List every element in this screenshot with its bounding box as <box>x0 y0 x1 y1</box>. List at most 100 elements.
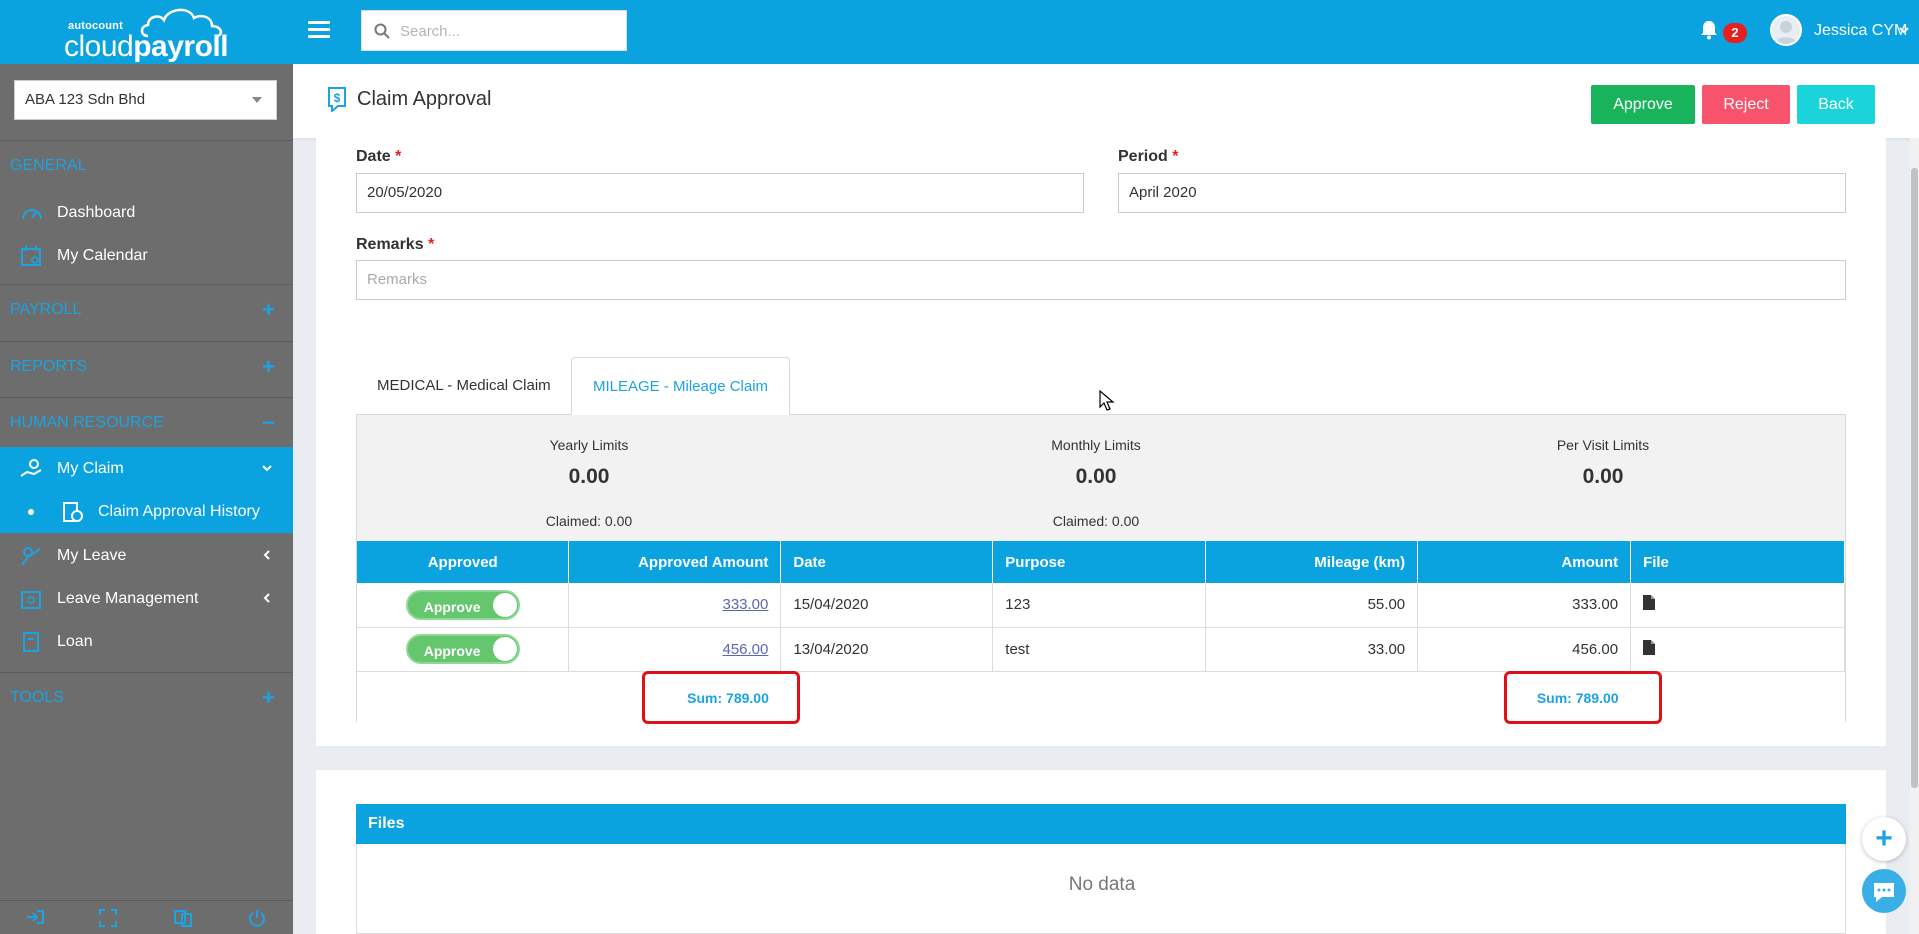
bell-icon[interactable] <box>1700 20 1718 40</box>
per-visit-limits-value: 0.00 <box>1582 465 1624 488</box>
section-reports-label: REPORTS <box>10 358 88 375</box>
table-header-row: Approved Approved Amount Date Purpose Mi… <box>357 541 1845 583</box>
monthly-limits-label: Monthly Limits <box>1051 437 1141 453</box>
date-cell: 15/04/2020 <box>780 583 994 628</box>
section-general[interactable]: GENERAL <box>0 140 293 190</box>
files-header: Files <box>356 804 1846 844</box>
brand-cloud: cloud <box>64 30 134 63</box>
sidebar-item-leave-management[interactable]: Leave Management <box>0 577 293 620</box>
logout-icon[interactable] <box>26 909 44 930</box>
amount-cell: 456.00 <box>1417 627 1632 672</box>
caret-down-icon <box>252 97 262 103</box>
user-name[interactable]: Jessica CYM <box>1814 22 1907 40</box>
scrollbar-thumb[interactable] <box>1911 168 1918 788</box>
yearly-claimed: Claimed: 0.00 <box>545 513 633 529</box>
remarks-field[interactable]: Remarks <box>356 260 1846 300</box>
highlight-box <box>1504 671 1662 724</box>
back-button[interactable]: Back <box>1797 85 1875 124</box>
approve-toggle[interactable]: Approve <box>405 634 520 664</box>
per-visit-limits-label: Per Visit Limits <box>1556 437 1650 453</box>
purpose-cell: 123 <box>992 583 1207 628</box>
section-payroll[interactable]: PAYROLL + <box>0 284 293 334</box>
files-card: Files No data <box>316 770 1886 934</box>
table-row: Approve 456.00 13/04/2020 test 33.00 456… <box>357 627 1845 672</box>
sidebar-item-my-leave[interactable]: My Leave <box>0 534 293 577</box>
col-mileage[interactable]: Mileage (km) <box>1205 541 1419 583</box>
period-field[interactable]: April 2020 <box>1118 173 1846 213</box>
col-amount[interactable]: Amount <box>1417 541 1632 583</box>
approve-toggle[interactable]: Approve <box>405 589 520 620</box>
sidebar-item-my-claim[interactable]: My Claim <box>0 447 293 490</box>
col-approved-amount[interactable]: Approved Amount <box>568 541 782 583</box>
no-data-text: No data <box>1068 874 1136 895</box>
company-select[interactable]: ABA 123 Sdn Bhd <box>14 80 277 120</box>
sidebar-item-dashboard[interactable]: Dashboard <box>0 191 293 234</box>
sum-spacer <box>1631 671 1845 725</box>
section-human-resource[interactable]: HUMAN RESOURCE − <box>0 397 293 447</box>
mileage-cell: 55.00 <box>1205 583 1419 628</box>
col-file[interactable]: File <box>1630 541 1845 583</box>
approved-amount-link[interactable]: 456.00 <box>722 641 768 658</box>
amount-cell: 333.00 <box>1417 583 1632 628</box>
notification-badge: 2 <box>1723 23 1747 43</box>
col-date[interactable]: Date <box>780 541 994 583</box>
approved-cell: Approve <box>357 583 570 628</box>
reject-button[interactable]: Reject <box>1702 85 1790 124</box>
power-icon[interactable] <box>248 909 266 932</box>
col-approved[interactable]: Approved <box>357 541 570 583</box>
approve-button[interactable]: Approve <box>1591 85 1695 124</box>
col-purpose[interactable]: Purpose <box>992 541 1207 583</box>
leave-icon <box>21 547 41 566</box>
section-general-label: GENERAL <box>10 157 87 174</box>
required-marker: * <box>428 236 435 253</box>
chevron-left-icon <box>263 550 270 560</box>
section-hr-label: HUMAN RESOURCE <box>10 414 164 431</box>
sidebar-item-loan[interactable]: Loan <box>0 620 293 663</box>
file-icon[interactable] <box>1643 595 1656 611</box>
section-tools[interactable]: TOOLS + <box>0 672 293 722</box>
search-input[interactable] <box>400 19 615 43</box>
sidebar-item-label: Leave Management <box>57 590 199 607</box>
toggle-label: Approve <box>423 643 481 659</box>
sidebar-item-claim-approval-history[interactable]: Claim Approval History <box>0 490 293 533</box>
chat-fab-button[interactable] <box>1862 869 1906 913</box>
yearly-limits-label: Yearly Limits <box>549 437 629 453</box>
chevron-down-icon <box>262 465 272 472</box>
date-label: Date * <box>356 148 401 166</box>
menu-toggle-icon[interactable] <box>308 21 330 41</box>
files-body: No data <box>356 844 1846 934</box>
approved-amount-link[interactable]: 333.00 <box>722 596 768 613</box>
sidebar-item-calendar[interactable]: My Calendar <box>0 234 293 277</box>
period-label-text: Period <box>1118 148 1168 165</box>
section-reports[interactable]: REPORTS + <box>0 341 293 391</box>
mileage-cell: 33.00 <box>1205 627 1419 672</box>
date-field[interactable]: 20/05/2020 <box>356 173 1084 213</box>
tab-mileage-claim[interactable]: MILEAGE - Mileage Claim <box>571 357 791 415</box>
bullet-icon <box>28 509 34 515</box>
required-marker: * <box>395 148 402 165</box>
expand-icon: + <box>262 685 275 710</box>
file-icon[interactable] <box>1643 639 1656 655</box>
toggle-knob <box>492 637 517 661</box>
sidebar: ABA 123 Sdn Bhd GENERAL Dashboard My Cal… <box>0 64 293 934</box>
fullscreen-icon[interactable] <box>99 909 117 932</box>
monthly-limits-value: 0.00 <box>1075 465 1117 488</box>
sidebar-item-label: My Calendar <box>57 247 148 264</box>
monthly-claimed: Claimed: 0.00 <box>1052 513 1140 529</box>
chat-icon <box>1874 883 1894 902</box>
cloudpayroll-logo[interactable]: autocount cloudpayroll <box>60 6 230 63</box>
language-icon[interactable] <box>174 909 192 932</box>
svg-text:$: $ <box>334 91 341 105</box>
add-fab-button[interactable]: + <box>1862 817 1906 861</box>
chevron-left-icon <box>263 593 270 603</box>
page-scrollbar[interactable] <box>1910 138 1919 934</box>
top-bar: autocount cloudpayroll 2 Jessica CYM <box>0 0 1919 64</box>
chevron-down-icon[interactable] <box>1898 24 1910 36</box>
sum-spacer <box>993 671 1206 725</box>
sidebar-item-label: Dashboard <box>57 204 136 221</box>
avatar[interactable] <box>1770 14 1802 46</box>
tab-medical-claim[interactable]: MEDICAL - Medical Claim <box>356 357 572 415</box>
search-box[interactable] <box>361 10 627 51</box>
sidebar-item-label: Claim Approval History <box>98 503 260 520</box>
search-icon <box>374 23 390 39</box>
